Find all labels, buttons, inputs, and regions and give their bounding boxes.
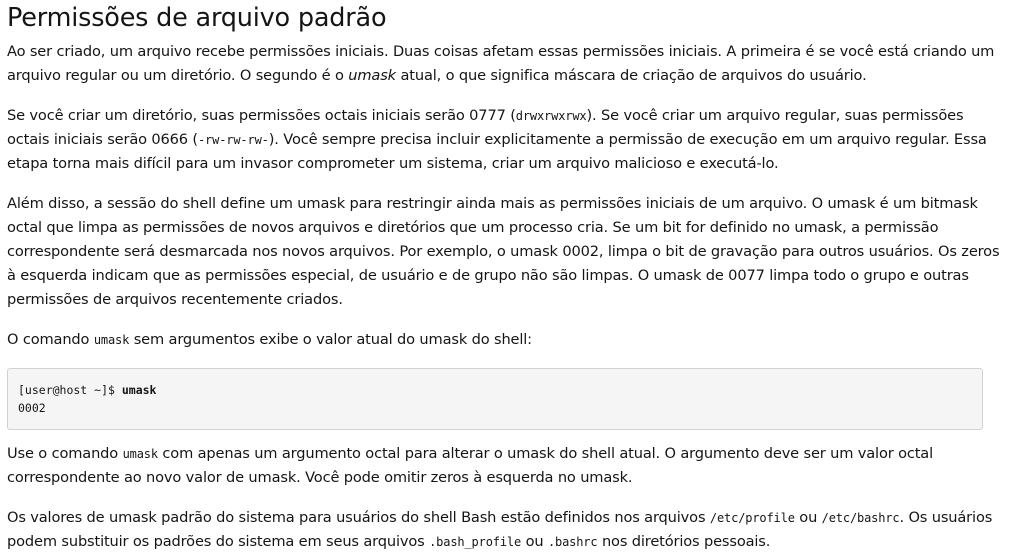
inline-code: drwxrwxrwx bbox=[515, 109, 587, 123]
inline-code: -rw-rw-rw- bbox=[197, 133, 269, 147]
document-body: Permissões de arquivo padrão Ao ser cria… bbox=[0, 0, 1015, 554]
paragraph-default-values: Os valores de umask padrão do sistema pa… bbox=[7, 506, 1008, 554]
text: ou bbox=[794, 509, 822, 526]
text: O comando bbox=[7, 331, 94, 348]
shell-output: 0002 bbox=[18, 401, 46, 415]
inline-code: .bash_profile bbox=[429, 535, 522, 549]
umask-emphasis: umask bbox=[348, 67, 396, 84]
text: atual, o que significa máscara de criaçã… bbox=[395, 67, 867, 84]
inline-code: umask bbox=[93, 333, 130, 347]
text: nos diretórios pessoais. bbox=[597, 533, 771, 550]
text: Se você criar um diretório, suas permiss… bbox=[7, 107, 516, 124]
text: ou bbox=[521, 533, 548, 550]
page-title: Permissões de arquivo padrão bbox=[7, 3, 387, 33]
paragraph-intro: Ao ser criado, um arquivo recebe permiss… bbox=[7, 40, 1008, 88]
shell-prompt: [user@host ~]$ bbox=[18, 383, 122, 397]
text: Use o comando bbox=[7, 445, 123, 462]
shell-command: umask bbox=[121, 383, 157, 397]
code-block[interactable]: [user@host ~]$ umask 0002 bbox=[7, 368, 983, 430]
paragraph-change-umask: Use o comando umask com apenas um argume… bbox=[7, 442, 1008, 490]
inline-code: .bashrc bbox=[547, 535, 598, 549]
text: Os valores de umask padrão do sistema pa… bbox=[7, 509, 710, 526]
paragraph-umask-command: O comando umask sem argumentos exibe o v… bbox=[7, 328, 1008, 352]
text: sem argumentos exibe o valor atual do um… bbox=[129, 331, 532, 348]
inline-code: umask bbox=[122, 447, 159, 461]
inline-code: /etc/profile bbox=[709, 511, 795, 525]
paragraph-initial-permissions: Se você criar um diretório, suas permiss… bbox=[7, 104, 1008, 176]
paragraph-umask-explanation: Além disso, a sessão do shell define um … bbox=[7, 195, 1000, 308]
inline-code: /etc/bashrc bbox=[821, 511, 900, 525]
